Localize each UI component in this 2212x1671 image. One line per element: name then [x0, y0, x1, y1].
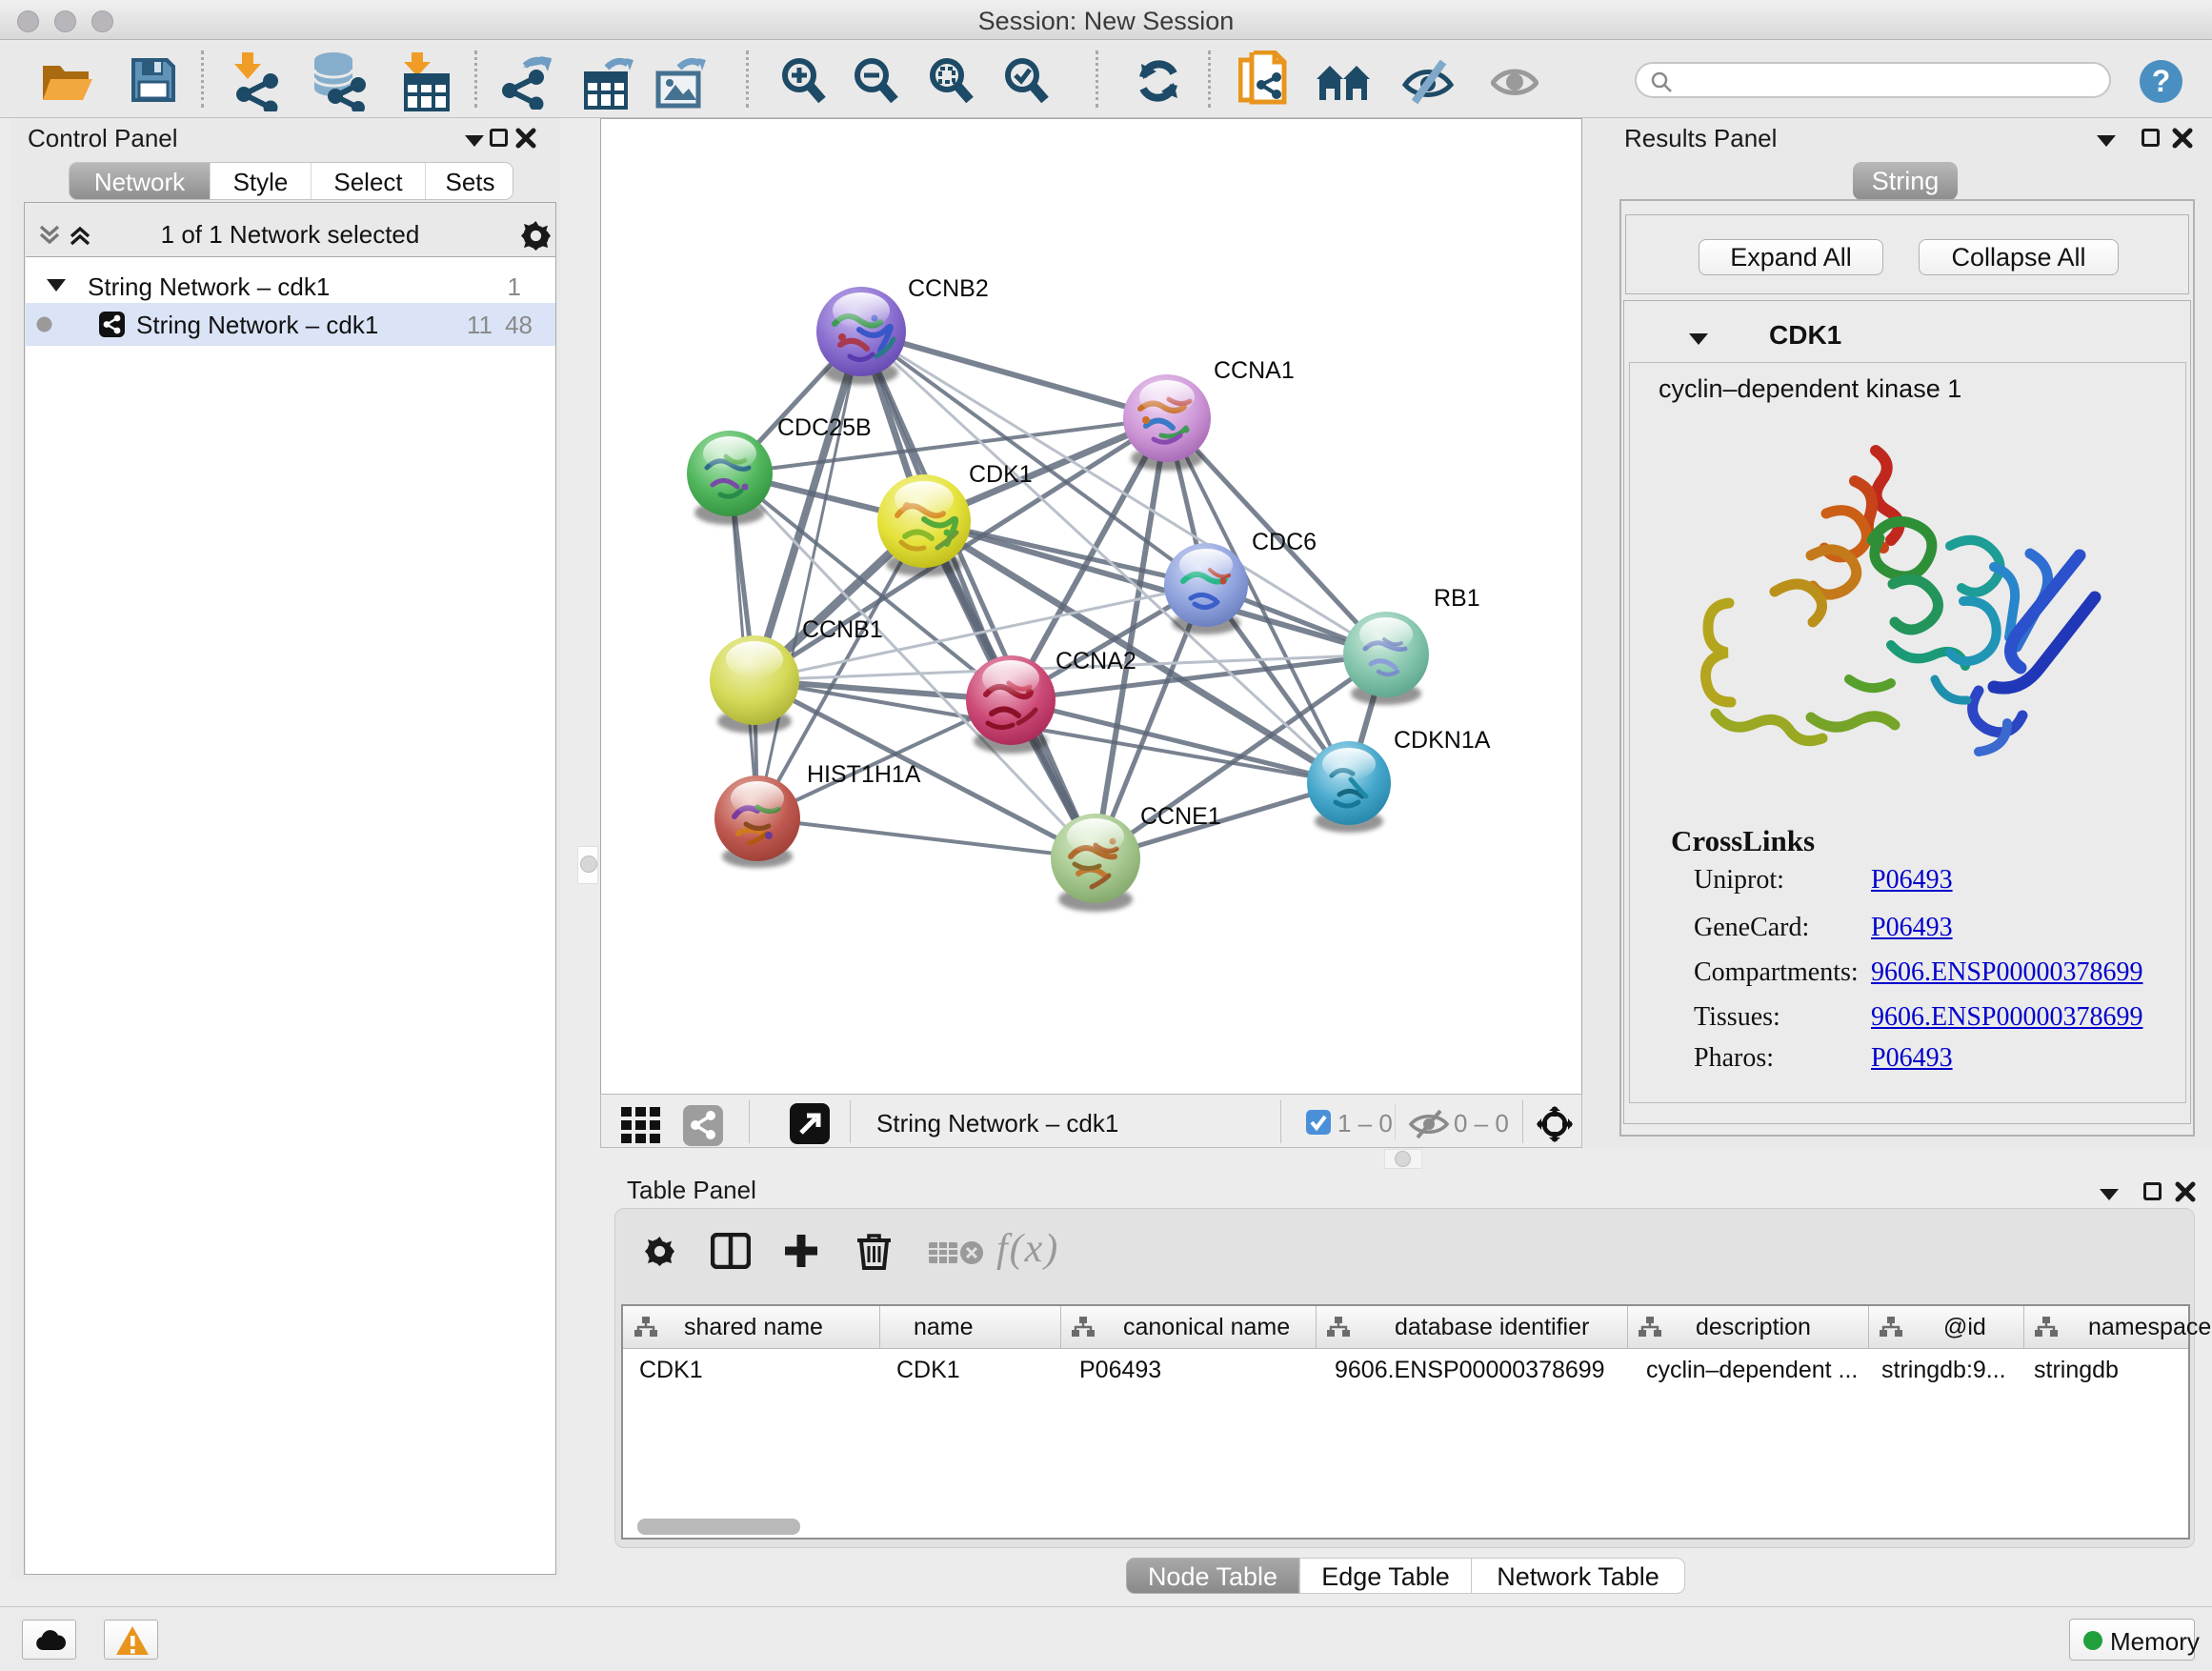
svg-text:CCNA2: CCNA2 — [1056, 648, 1136, 674]
svg-text:RB1: RB1 — [1434, 585, 1480, 612]
svg-text:CCNB2: CCNB2 — [908, 275, 989, 302]
svg-text:CCNB1: CCNB1 — [802, 616, 883, 643]
svg-text:CDK1: CDK1 — [969, 461, 1033, 488]
svg-text:HIST1H1A: HIST1H1A — [807, 761, 921, 788]
svg-text:CDC25B: CDC25B — [777, 414, 872, 441]
svg-text:CDKN1A: CDKN1A — [1394, 727, 1491, 754]
svg-text:CCNA1: CCNA1 — [1214, 357, 1295, 384]
svg-text:CDC6: CDC6 — [1252, 529, 1317, 555]
svg-text:CCNE1: CCNE1 — [1140, 803, 1221, 830]
